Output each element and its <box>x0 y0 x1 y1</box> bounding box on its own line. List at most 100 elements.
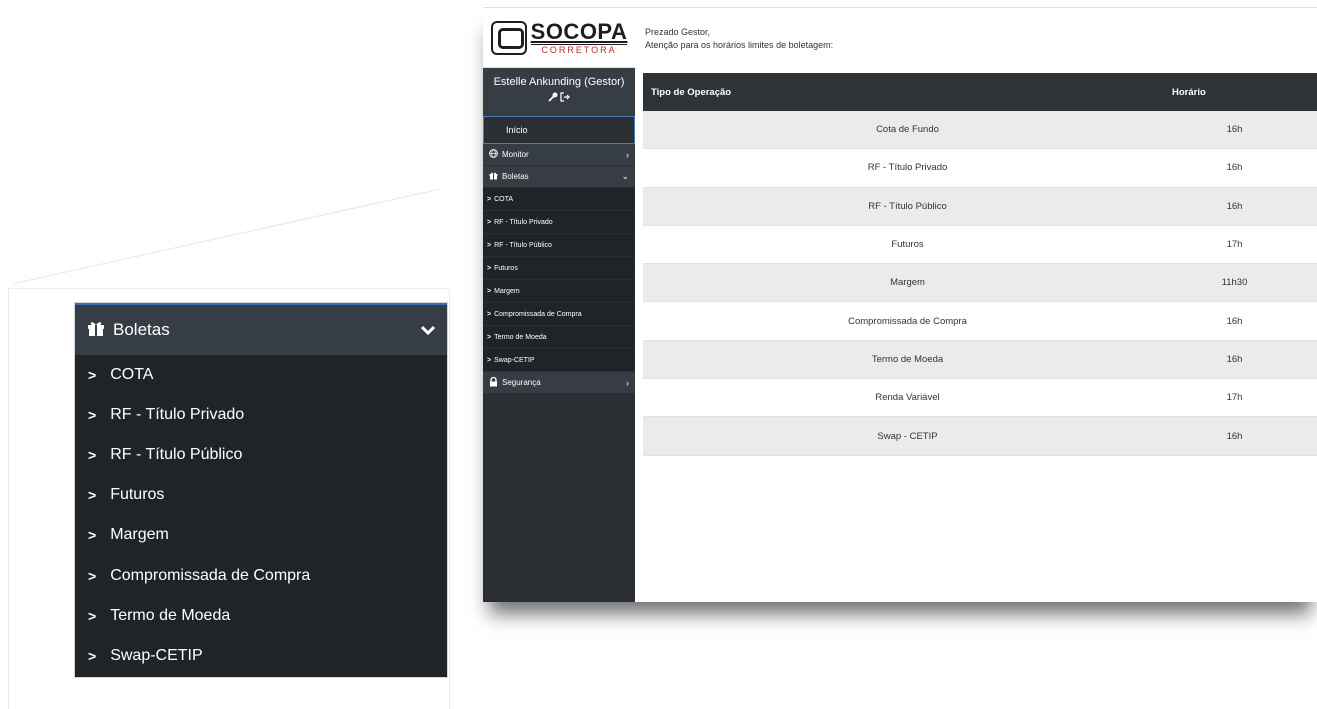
cell-operation: Renda Variável <box>875 392 940 404</box>
table-row: RF - Título Privado 16h <box>643 149 1317 188</box>
sidebar-subitem-rf-privado[interactable]: > RF - Título Privado <box>483 211 635 234</box>
chevron-right-icon: > <box>88 527 97 544</box>
zoom-boletas-header[interactable]: Boletas <box>75 305 447 355</box>
sidebar-item-monitor[interactable]: Monitor › <box>483 144 635 166</box>
chevron-right-icon: > <box>88 567 97 584</box>
sidebar-subitem-label: RF - Título Público <box>494 241 552 249</box>
cell-time: 16h <box>1226 315 1243 327</box>
table-row: Termo de Moeda 16h <box>643 340 1317 380</box>
chevron-right-icon: > <box>88 366 97 383</box>
decorative-line <box>14 188 439 284</box>
cell-operation: Compromissada de Compra <box>848 315 967 327</box>
sidebar-subitem-swap[interactable]: > Swap-CETIP <box>483 349 635 372</box>
cell-operation: Swap - CETIP <box>877 430 938 442</box>
chevron-right-icon: > <box>487 356 492 364</box>
chevron-right-icon: > <box>487 218 492 226</box>
chevron-right-icon: › <box>626 149 629 160</box>
chevron-right-icon: > <box>487 195 492 203</box>
logo-icon <box>490 20 527 55</box>
sidebar-subitem-rf-publico[interactable]: > RF - Título Público <box>483 234 635 257</box>
zoom-item-label: RF - Título Público <box>110 445 243 463</box>
table-row: RF - Título Público 16h <box>643 187 1317 226</box>
zoom-menu-item-rf-publico[interactable]: > RF - Título Público <box>75 435 447 476</box>
zoom-item-label: RF - Título Privado <box>110 405 245 423</box>
table-row: Compromissada de Compra 16h <box>643 302 1317 341</box>
globe-icon <box>489 149 498 160</box>
sidebar-subitem-label: Swap-CETIP <box>494 356 535 364</box>
chevron-right-icon: > <box>487 333 492 341</box>
logout-icon[interactable] <box>560 92 571 105</box>
zoom-menu-item-futuros[interactable]: > Futuros <box>75 475 447 516</box>
sidebar-subitem-futuros[interactable]: > Futuros <box>483 257 635 280</box>
sidebar-subitem-compromissada[interactable]: > Compromissada de Compra <box>483 303 635 326</box>
brand-logo[interactable]: SOCOPA CORRETORA <box>483 8 635 68</box>
sidebar-subitem-label: Margem <box>494 287 520 295</box>
sidebar-subitem-cota[interactable]: > COTA <box>483 188 635 211</box>
chevron-right-icon: > <box>88 607 97 624</box>
chevron-right-icon: > <box>487 241 492 249</box>
zoom-item-label: Swap-CETIP <box>110 646 203 664</box>
cell-operation: Termo de Moeda <box>871 353 944 365</box>
chevron-right-icon: > <box>487 264 492 272</box>
chevron-right-icon: > <box>88 446 97 463</box>
cell-time: 16h <box>1226 353 1243 365</box>
table-row: Cota de Fundo 16h <box>643 111 1317 150</box>
cell-time: 17h <box>1226 392 1243 404</box>
zoom-item-label: Margem <box>110 526 169 544</box>
cell-time: 16h <box>1226 200 1243 212</box>
zoom-item-label: COTA <box>110 365 154 383</box>
header-time: Horário <box>1172 86 1206 98</box>
chevron-right-icon: > <box>88 647 97 664</box>
zoom-menu-item-termo-moeda[interactable]: > Termo de Moeda <box>75 596 447 637</box>
sidebar-subitem-margem[interactable]: > Margem <box>483 280 635 303</box>
header-operation-type: Tipo de Operação <box>651 86 732 98</box>
notice-text: Atenção para os horários limites de bole… <box>645 40 834 50</box>
sidebar-subitem-label: Compromissada de Compra <box>494 310 582 318</box>
deadline-table: Tipo de Operação Horário Cota de Fundo 16… <box>643 73 1317 456</box>
sidebar-subitem-termo-moeda[interactable]: > Termo de Moeda <box>483 326 635 349</box>
user-panel: Estelle Ankunding (Gestor) <box>483 68 635 116</box>
sidebar-subitem-label: COTA <box>494 195 514 203</box>
chevron-right-icon: > <box>88 406 97 423</box>
sidebar: SOCOPA CORRETORA Estelle Ankunding (Gest… <box>483 8 635 602</box>
zoomed-boletas-menu: Boletas > COTA > RF - Título Privado > RF -… <box>75 303 447 677</box>
sidebar-item-label: Segurança <box>502 378 541 387</box>
sidebar-subitem-label: Termo de Moeda <box>494 333 547 341</box>
zoom-item-label: Termo de Moeda <box>110 606 231 624</box>
zoom-menu-item-cota[interactable]: > COTA <box>75 355 447 396</box>
key-icon[interactable] <box>547 92 561 105</box>
zoom-boletas-label: Boletas <box>113 320 170 339</box>
main-content: Prezado Gestor, Atenção para os horários… <box>635 8 1317 602</box>
chevron-down-icon: ⌄ <box>621 171 629 181</box>
cell-time: 16h <box>1226 162 1243 174</box>
gift-icon <box>489 171 498 182</box>
table-header: Tipo de Operação Horário <box>643 73 1317 111</box>
chevron-right-icon: > <box>88 487 97 504</box>
gift-icon <box>87 320 105 341</box>
chevron-down-icon <box>420 320 436 340</box>
cell-time: 17h <box>1226 239 1243 251</box>
sidebar-item-label: Início <box>506 125 528 135</box>
zoom-menu-item-swap[interactable]: > Swap-CETIP <box>75 636 447 677</box>
cell-operation: Futuros <box>891 239 924 251</box>
sidebar-subitem-label: Futuros <box>494 264 518 272</box>
sidebar-item-security[interactable]: Segurança › <box>483 372 635 394</box>
sidebar-item-boletas[interactable]: Boletas ⌄ <box>483 166 635 188</box>
cell-operation: RF - Título Público <box>868 200 947 212</box>
brand-name: SOCOPA <box>530 18 628 44</box>
brand-subtitle: CORRETORA <box>530 43 628 55</box>
table-row: Futuros 17h <box>643 225 1317 265</box>
zoom-item-label: Compromissada de Compra <box>110 566 311 584</box>
table-row: Renda Variável 17h <box>643 379 1317 418</box>
table-row: Margem 11h30 <box>643 264 1317 303</box>
sidebar-subitem-label: RF - Título Privado <box>494 218 553 226</box>
zoom-menu-item-margem[interactable]: > Margem <box>75 515 447 556</box>
zoom-menu-item-compromissada[interactable]: > Compromissada de Compra <box>75 555 447 597</box>
zoom-item-label: Futuros <box>110 486 165 504</box>
zoom-menu-item-rf-privado[interactable]: > RF - Título Privado <box>75 395 447 436</box>
sidebar-item-label: Boletas <box>502 172 529 181</box>
cell-operation: Margem <box>890 277 925 289</box>
sidebar-item-home[interactable]: Início <box>483 116 635 144</box>
table-row: Swap - CETIP 16h <box>643 417 1317 456</box>
cell-time: 16h <box>1226 124 1243 136</box>
